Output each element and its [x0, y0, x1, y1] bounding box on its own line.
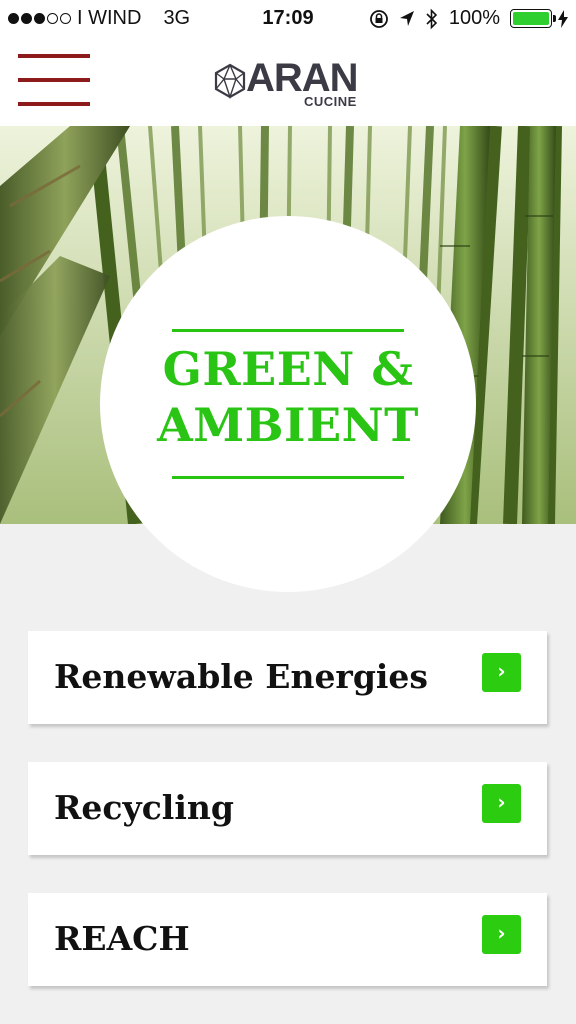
hamburger-menu-icon[interactable]: [18, 54, 90, 108]
title-circle: GREEN & AMBIENT: [100, 216, 476, 592]
location-arrow-icon: [399, 10, 414, 26]
card-recycling[interactable]: Recycling ›: [28, 762, 547, 855]
card-label: Recycling: [54, 788, 234, 827]
chevron-right-icon[interactable]: ›: [482, 915, 521, 954]
title-line-1: GREEN &: [162, 342, 414, 396]
chevron-right-icon[interactable]: ›: [482, 784, 521, 823]
battery-icon: [510, 9, 556, 28]
card-label: Renewable Energies: [54, 657, 429, 696]
status-bar: I WIND 3G 17:09 100%: [0, 0, 576, 38]
app-header: ARAN CUCINE: [0, 38, 576, 126]
page-title: GREEN & AMBIENT: [100, 341, 476, 453]
chevron-right-icon[interactable]: ›: [482, 653, 521, 692]
card-reach[interactable]: REACH ›: [28, 893, 547, 986]
title-rule-top: [172, 329, 404, 332]
logo-subtitle: CUCINE: [304, 94, 357, 109]
title-rule-bottom: [172, 476, 404, 479]
title-line-2: AMBIENT: [157, 398, 419, 452]
bluetooth-icon: [426, 8, 437, 29]
card-label: REACH: [54, 919, 190, 958]
aran-cucine-logo[interactable]: ARAN CUCINE: [212, 56, 372, 112]
polyhedron-logo-icon: [214, 63, 246, 99]
rotation-lock-icon: [369, 9, 388, 28]
card-renewable-energies[interactable]: Renewable Energies ›: [28, 631, 547, 724]
battery-fill: [513, 12, 549, 25]
status-right: 100%: [369, 7, 568, 30]
charging-bolt-icon: [558, 9, 568, 28]
battery-percent: 100%: [448, 7, 500, 29]
